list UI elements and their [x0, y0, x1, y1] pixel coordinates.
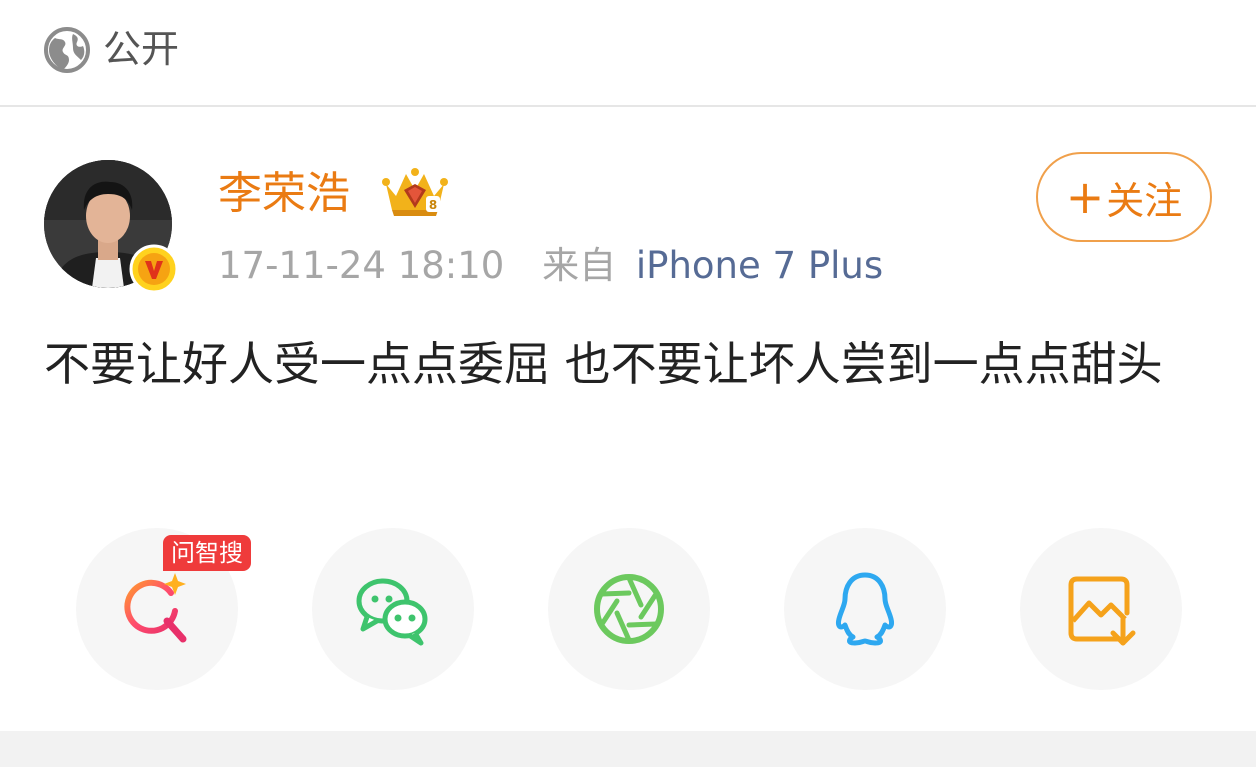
follow-button[interactable]: + 关注	[1036, 152, 1212, 242]
save-image-share-button[interactable]	[1020, 528, 1182, 690]
moments-share-button[interactable]	[548, 528, 710, 690]
ai-search-icon	[124, 573, 187, 643]
visibility-bar: 公开	[0, 0, 1256, 107]
plus-icon: +	[1065, 170, 1105, 224]
crown-member-icon[interactable]: 8	[382, 166, 448, 218]
verified-v-badge-icon	[129, 244, 179, 294]
qq-share-button[interactable]	[784, 528, 946, 690]
globe-icon	[44, 27, 90, 73]
ask-search-badge: 问智搜	[163, 535, 251, 571]
source-device[interactable]: iPhone 7 Plus	[636, 244, 883, 287]
post-meta: 17-11-24 18:10 来自 iPhone 7 Plus	[218, 240, 883, 292]
bottom-divider-bar	[0, 731, 1256, 767]
wechat-share-button[interactable]	[312, 528, 474, 690]
follow-label: 关注	[1106, 178, 1183, 223]
visibility-label: 公开	[103, 27, 180, 71]
qq-penguin-icon	[836, 572, 894, 646]
post-time: 17-11-24 18:10	[218, 244, 505, 287]
save-image-icon	[1068, 576, 1136, 646]
post-content: 不要让好人受一点点委屈 也不要让坏人尝到一点点甜头	[44, 337, 1163, 391]
moments-aperture-icon	[594, 574, 664, 644]
source-label: 来自	[542, 244, 617, 287]
weibo-post-page: 公开 李荣浩 8 17-11-24 18:10 来自 iPhone 7 Plus…	[0, 0, 1256, 767]
svg-text:8: 8	[429, 198, 437, 212]
wechat-icon	[356, 578, 428, 646]
author-name[interactable]: 李荣浩	[218, 164, 350, 224]
